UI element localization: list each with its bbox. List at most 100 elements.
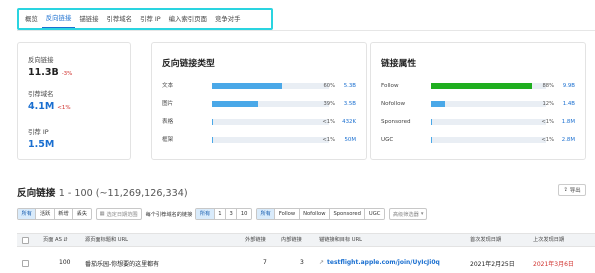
- row-page-as: 100: [59, 259, 71, 266]
- status-filter-all[interactable]: 所有: [18, 209, 37, 219]
- bar-label: 图片: [162, 101, 174, 107]
- attr-filter-ugc[interactable]: UGC: [365, 209, 384, 219]
- bar-value[interactable]: 2.8M: [562, 135, 575, 145]
- bar-percent: 12%: [542, 101, 554, 107]
- bar-fill: [431, 137, 433, 143]
- status-filter-lost[interactable]: 丢失: [73, 209, 91, 219]
- ref-domains-change: <1%: [57, 105, 71, 111]
- bar-percent: <1%: [541, 119, 554, 125]
- bar-fill: [431, 101, 445, 107]
- status-filter: 所有 活跃 新增 丢失: [17, 208, 92, 220]
- tab-backlinks[interactable]: 反向链接: [41, 10, 76, 28]
- backlinks-change: -3%: [61, 71, 73, 77]
- bar-label: 框架: [162, 137, 174, 143]
- export-button[interactable]: ⇪ 导出: [558, 184, 586, 196]
- link-types-title: 反向链接类型: [162, 59, 215, 69]
- bar-label: Nofollow: [381, 101, 406, 107]
- select-all-checkbox[interactable]: [22, 237, 29, 244]
- per-domain-all[interactable]: 所有: [196, 209, 215, 219]
- bar-percent: 88%: [542, 83, 554, 89]
- link-attr-filter: 所有 Follow Nofollow Sponsored UGC: [255, 208, 385, 220]
- bar-label: UGC: [381, 137, 394, 143]
- ref-ips-label: 引荐 IP: [28, 128, 49, 136]
- col-page-as[interactable]: 页面 AS ⇵: [43, 234, 68, 247]
- col-internal-links[interactable]: 内部链接: [281, 234, 302, 247]
- bar-track: [212, 119, 329, 125]
- link-attr-row: Follow 88% 9.9B: [381, 81, 575, 91]
- link-attr-row: Sponsored <1% 1.8M: [381, 117, 575, 127]
- col-first-seen[interactable]: 首次发现日期: [470, 234, 501, 247]
- link-type-row: 文本 60% 5.3B: [162, 81, 356, 91]
- link-icon: ↗: [319, 259, 325, 266]
- bar-label: Follow: [381, 83, 399, 89]
- bar-track: [431, 137, 546, 143]
- tab-competitors[interactable]: 竞争对手: [211, 10, 245, 28]
- link-type-row: 图片 39% 3.5B: [162, 99, 356, 109]
- bar-value[interactable]: 5.3B: [344, 81, 356, 91]
- col-last-seen[interactable]: 上次发现日期: [533, 234, 564, 247]
- link-types-panel: 反向链接类型 文本 60% 5.3B 图片 39% 3.5B 表格 <1% 43…: [151, 42, 367, 160]
- bar-label: Sponsored: [381, 119, 411, 125]
- tab-referring-ips[interactable]: 引荐 IP: [136, 10, 165, 28]
- bar-track: [212, 137, 329, 143]
- bar-percent: 60%: [323, 83, 335, 89]
- bar-value[interactable]: 1.4B: [563, 99, 575, 109]
- per-domain-1[interactable]: 1: [214, 209, 227, 219]
- col-source-page[interactable]: 源页面标题和 URL: [85, 234, 128, 247]
- attr-filter-nofollow[interactable]: Nofollow: [299, 209, 330, 219]
- status-filter-new[interactable]: 新增: [54, 209, 74, 219]
- link-attr-row: Nofollow 12% 1.4B: [381, 99, 575, 109]
- bar-track: [431, 119, 546, 125]
- export-icon: ⇪: [563, 187, 568, 193]
- tab-indexed-pages[interactable]: 编入索引页面: [165, 10, 211, 28]
- link-attributes-panel: 链接属性 Follow 88% 9.9B Nofollow 12% 1.4B S…: [370, 42, 586, 160]
- advanced-filter-dropdown[interactable]: 高级筛选器 ▾: [388, 208, 428, 220]
- row-last-seen: 2021年3月6日: [533, 261, 574, 268]
- backlinks-list-title: 反向链接 1 - 100 (~11,269,126,334): [17, 188, 188, 199]
- bar-label: 文本: [162, 83, 174, 89]
- bar-track: [212, 101, 329, 107]
- per-domain-10[interactable]: 10: [237, 209, 251, 219]
- advanced-filter-label: 高级筛选器: [392, 211, 419, 218]
- row-checkbox[interactable]: [22, 260, 29, 267]
- col-anchor-target[interactable]: 锚链接和目标 URL: [319, 234, 362, 247]
- link-type-row: 框架 <1% 50M: [162, 135, 356, 145]
- bar-value[interactable]: 3.5B: [344, 99, 356, 109]
- bar-percent: <1%: [322, 137, 335, 143]
- bar-value[interactable]: 9.9B: [563, 81, 575, 91]
- tab-referring-domains[interactable]: 引荐域名: [103, 10, 137, 28]
- tabs-divider: [17, 30, 595, 31]
- bar-value[interactable]: 1.8M: [562, 117, 575, 127]
- row-target-url[interactable]: testflight.apple.com/join/UyIcJi0q: [327, 259, 440, 266]
- summary-metrics-panel: 反向链接 11.3B -3% 引荐域名 4.1M <1% 引荐 IP 1.5M: [17, 42, 131, 160]
- chevron-down-icon: ▾: [420, 211, 424, 217]
- per-domain-label: 每个引荐域名的链接: [145, 211, 193, 218]
- bar-fill: [212, 101, 258, 107]
- backlinks-label: 反向链接: [28, 56, 54, 64]
- ref-domains-label: 引荐域名: [28, 90, 54, 98]
- row-internal-links: 3: [300, 259, 304, 266]
- row-source-title[interactable]: 番茄乐园-你想要的这里都有: [85, 259, 159, 268]
- date-range-picker[interactable]: ▦ 选定日期范围: [95, 208, 142, 220]
- filter-bar: 所有 活跃 新增 丢失 ▦ 选定日期范围 每个引荐域名的链接 所有 1 3 10…: [17, 208, 428, 220]
- attr-filter-follow[interactable]: Follow: [275, 209, 300, 219]
- ref-ips-value[interactable]: 1.5M: [28, 139, 54, 150]
- tab-anchors[interactable]: 锚链接: [75, 10, 102, 28]
- col-external-links[interactable]: 外部链接: [245, 234, 266, 247]
- bar-percent: <1%: [322, 119, 335, 125]
- bar-percent: 39%: [323, 101, 335, 107]
- ref-domains-value[interactable]: 4.1M <1%: [28, 101, 71, 112]
- bar-track: [212, 83, 329, 89]
- table-row: 100 番茄乐园-你想要的这里都有 7 3 ↗ testflight.apple…: [17, 254, 595, 273]
- bar-value[interactable]: 432K: [342, 117, 356, 127]
- export-label: 导出: [569, 188, 581, 194]
- bar-value[interactable]: 50M: [344, 135, 356, 145]
- bar-fill: [212, 137, 214, 143]
- tab-overview[interactable]: 概览: [21, 10, 42, 28]
- attr-filter-sponsored[interactable]: Sponsored: [329, 209, 366, 219]
- link-type-row: 表格 <1% 432K: [162, 117, 356, 127]
- attr-filter-all[interactable]: 所有: [256, 209, 276, 219]
- per-domain-3[interactable]: 3: [226, 209, 238, 219]
- per-domain-filter: 所有 1 3 10: [195, 208, 252, 220]
- status-filter-active[interactable]: 活跃: [36, 209, 55, 219]
